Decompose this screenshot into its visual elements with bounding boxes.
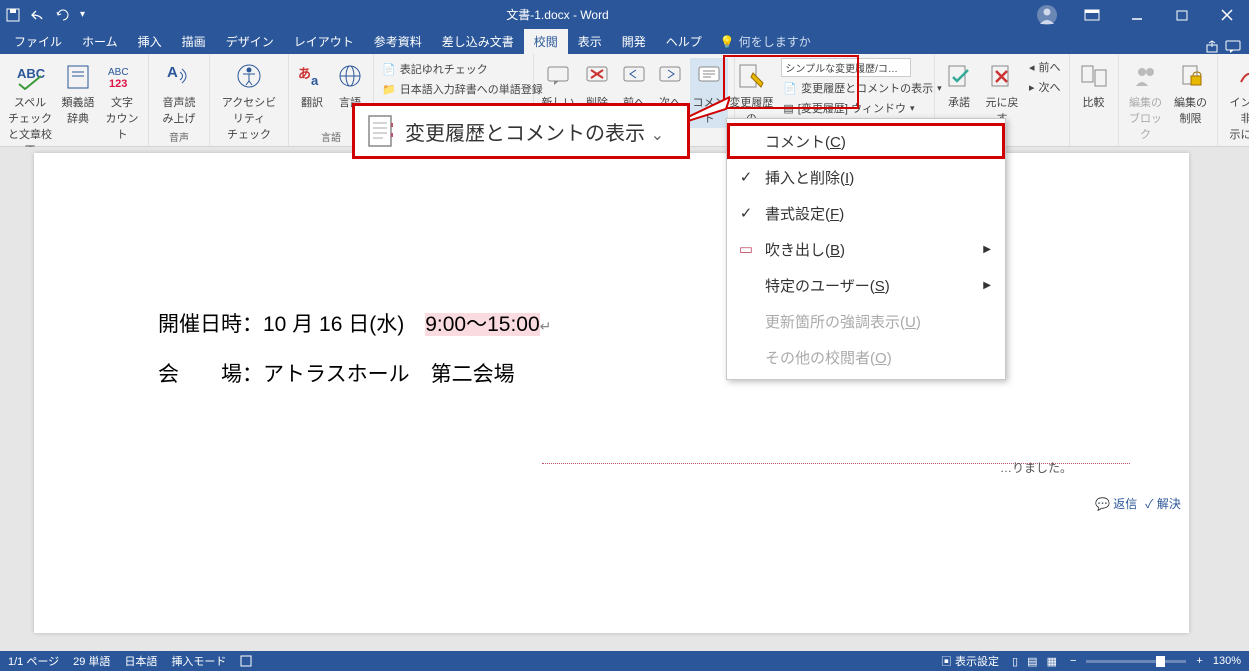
doc-highlighted-time[interactable]: 9:00～15:00 [425,313,539,336]
show-markup-menu: コメント(C) ✓ 挿入と削除(I) ✓ 書式設定(F) ▭ 吹き出し(B) ▶… [726,118,1006,380]
translate-button[interactable]: あa翻訳 [295,58,329,112]
tab-draw[interactable]: 描画 [172,29,216,54]
share-icon[interactable] [1205,40,1219,54]
tab-view[interactable]: 表示 [568,29,612,54]
accept-button[interactable]: 承諾 [941,58,977,112]
print-layout-icon[interactable]: ▤ [1024,656,1040,668]
status-language[interactable]: 日本語 [124,653,157,669]
tab-references[interactable]: 参考資料 [364,29,432,54]
account-icon[interactable] [1024,0,1069,29]
submenu-arrow-icon: ▶ [983,280,991,291]
prev-change-button[interactable]: ◂前へ [1027,58,1063,76]
menu-formatting[interactable]: ✓ 書式設定(F) [727,195,1005,231]
reviewing-pane-button[interactable]: ▤[変更履歴] ウィンドウ ▾ [781,99,943,117]
tab-home[interactable]: ホーム [72,29,128,54]
tab-review[interactable]: 校閲 [524,29,568,54]
doc-icon: 📄 [783,82,797,95]
show-markup-button[interactable]: 📄変更履歴とコメントの表示 ▾ [781,79,943,97]
submenu-arrow-icon: ▶ [983,244,991,255]
block-authors-button[interactable]: 編集の ブロック [1125,58,1167,144]
display-settings-button[interactable]: ▣ 表示設定 [941,653,999,669]
menu-insertions-deletions[interactable]: ✓ 挿入と削除(I) [727,159,1005,195]
hyoki-check-button[interactable]: 📄表記ゆれチェック [380,60,545,78]
comment-reply-button[interactable]: 💬 返信 [1095,495,1137,512]
window-title: 文書-1.docx - Word [91,6,1024,23]
qat-more-icon[interactable]: ▾ [80,9,85,20]
comment-resolve-button[interactable]: ✓ 解決 [1145,495,1181,512]
zoom-out-button[interactable]: − [1070,655,1076,667]
tell-me[interactable]: 💡 何をしますか [712,33,817,54]
spellcheck-button[interactable]: ABCスペル チェック と文章校正 [6,58,54,160]
restrict-editing-button[interactable]: 編集の 制限 [1171,58,1211,128]
undo-icon[interactable] [30,9,46,21]
dictionary-register-button[interactable]: 📁日本語入力辞書への単語登録 [380,80,545,98]
annotation-pointer [688,95,730,123]
readaloud-button[interactable]: A音声読 み上げ [155,58,203,128]
zoom-in-button[interactable]: + [1196,655,1202,667]
check-icon: ✓ [737,168,755,186]
annotation-callout-text: 変更履歴とコメントの表示 ⌄ [405,117,664,146]
doc-line2[interactable]: 会 場：アトラスホール 第二会場 [158,358,515,388]
status-insertmode[interactable]: 挿入モード [171,653,226,669]
status-wordcount[interactable]: 29 単語 [73,653,110,669]
close-icon[interactable] [1204,0,1249,29]
blank-check [737,133,755,150]
tab-mailings[interactable]: 差し込み文書 [432,29,524,54]
thesaurus-button[interactable]: 類義語 辞典 [58,58,98,128]
web-layout-icon[interactable]: ▦ [1044,656,1060,668]
tab-file[interactable]: ファイル [4,29,72,54]
redo-icon[interactable] [56,9,70,21]
svg-text:123: 123 [109,78,127,89]
doc-icon: 📄 [382,63,396,76]
menu-comments[interactable]: コメント(C) [727,123,1005,159]
minimize-icon[interactable] [1114,0,1159,29]
annotation-callout: 変更履歴とコメントの表示 ⌄ [352,103,690,159]
group-speech: 音声 [155,129,203,146]
tell-me-text: 何をしますか [739,33,811,50]
lightbulb-icon: 💡 [720,35,735,49]
check-icon: ✓ [737,204,755,222]
menu-specific-users[interactable]: 特定のユーザー(S) ▶ [727,267,1005,303]
balloon-icon: ▭ [737,240,755,258]
save-icon[interactable] [6,8,20,22]
doc-line1a[interactable]: 開催日時：10 月 16 日(水) [158,313,425,336]
svg-text:a: a [311,73,319,88]
view-buttons[interactable]: ▯ ▤ ▦ [1009,655,1060,668]
folder-icon: 📁 [382,83,396,96]
document-area[interactable]: 開催日時：10 月 16 日(水) 9:00～15:00↵ 会 場：アトラスホー… [0,147,1249,651]
menu-highlight-updates: 更新箇所の強調表示(U) [727,303,1005,339]
zoom-value[interactable]: 130% [1213,655,1241,667]
hide-ink-button[interactable]: インクを非表 示にする [1224,58,1249,144]
tab-help[interactable]: ヘルプ [656,29,712,54]
wordcount-button[interactable]: ABC123文字 カウント [102,58,142,144]
tab-insert[interactable]: 挿入 [128,29,172,54]
macro-icon[interactable] [240,655,252,667]
comment-balloon[interactable]: …りました。 [1000,459,1180,476]
zoom-slider[interactable] [1086,660,1186,663]
page[interactable]: 開催日時：10 月 16 日(水) 9:00～15:00↵ 会 場：アトラスホー… [34,153,1189,633]
svg-text:A: A [167,64,178,81]
read-mode-icon[interactable]: ▯ [1009,656,1021,668]
markup-mode-select[interactable]: シンプルな変更履歴/コ… [781,58,911,77]
tab-layout[interactable]: レイアウト [284,29,364,54]
tab-design[interactable]: デザイン [216,29,284,54]
next-change-button[interactable]: ▸次へ [1027,78,1063,96]
pane-icon: ▤ [783,102,793,115]
maximize-icon[interactable] [1159,0,1204,29]
svg-text:あ: あ [298,66,311,81]
menu-other-reviewers: その他の校閲者(O) [727,339,1005,375]
menu-balloons[interactable]: ▭ 吹き出し(B) ▶ [727,231,1005,267]
comments-pane-icon[interactable] [1225,40,1241,54]
status-page[interactable]: 1/1 ページ [8,653,59,669]
svg-text:ABC: ABC [17,66,45,81]
document-icon [367,114,395,148]
compare-button[interactable]: 比較 [1076,58,1112,112]
accessibility-button[interactable]: アクセシビリティ チェック [216,58,282,144]
svg-text:ABC: ABC [108,67,129,78]
ribbon-display-icon[interactable] [1069,0,1114,29]
tab-developer[interactable]: 開発 [612,29,656,54]
